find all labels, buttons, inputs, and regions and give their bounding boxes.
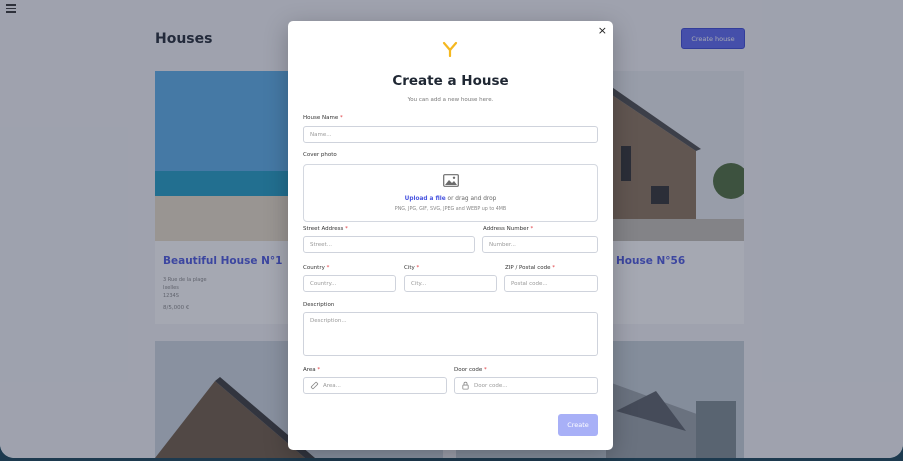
upload-file-link[interactable]: Upload a file [405,196,446,202]
area-input[interactable]: Area... [303,377,447,394]
house-name-input[interactable]: Name... [303,126,598,143]
door-code-label: Door code * [454,367,487,373]
street-address-label: Street Address * [303,226,348,232]
lock-icon [462,381,469,390]
area-label: Area * [303,367,321,373]
description-textarea[interactable]: Description... [303,312,598,356]
country-label: Country * [303,265,330,271]
ruler-icon [310,381,319,390]
description-label: Description [303,302,335,308]
address-number-label: Address Number * [483,226,534,232]
logo-icon [442,41,458,57]
cover-photo-label: Cover photo [303,152,337,158]
door-code-input[interactable]: Door code... [454,377,598,394]
house-name-label: House Name * [303,115,343,121]
city-label: City * [404,265,420,271]
country-input[interactable]: Country... [303,275,396,292]
modal-title: Create a House [392,73,509,89]
zip-input[interactable]: Postal code... [504,275,598,292]
street-address-input[interactable]: Street... [303,236,475,253]
create-submit-button[interactable]: Create [558,414,598,436]
upload-hint: PNG, JPG, GIF, SVG, JPEG and WEBP up to … [394,207,507,212]
image-icon [443,174,459,187]
modal-subtitle: You can add a new house here. [407,97,494,103]
address-number-input[interactable]: Number... [482,236,598,253]
zip-label: ZIP / Postal code * [505,265,555,271]
upload-text: or drag and drop [445,196,497,202]
city-input[interactable]: City... [404,275,497,292]
close-icon[interactable]: × [598,24,607,38]
create-house-modal: × Create a House You can add a new house… [288,21,613,450]
cover-photo-dropzone[interactable]: Upload a file or drag and drop PNG, JPG,… [303,164,598,222]
